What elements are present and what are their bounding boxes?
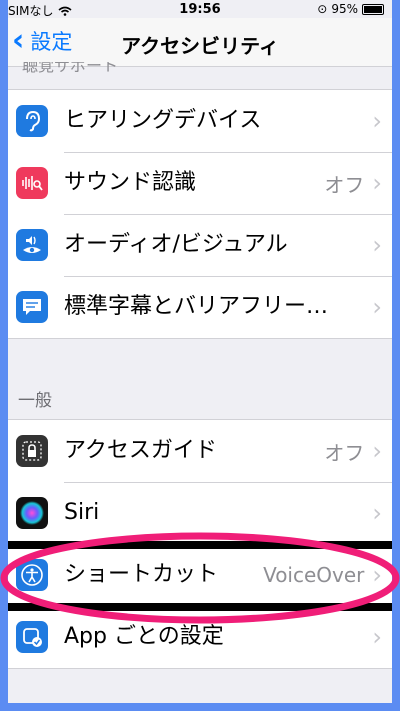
lock-icon	[16, 435, 48, 467]
list-item-label: 標準字幕とバリアフリー…	[64, 294, 329, 319]
chevron-right-icon: ›	[372, 231, 382, 259]
list-item-label: App ごとの設定	[64, 624, 224, 649]
subtitles-icon	[16, 291, 48, 323]
siri-icon	[16, 497, 48, 529]
chevron-right-icon: ›	[372, 437, 382, 465]
list-item-per-app-settings[interactable]: App ごとの設定 ›	[8, 606, 392, 668]
screen: SIMなし 19:56 ⊙ 95% ‹ 設定 アクセシビリティ 聴覚サポート ヒ…	[8, 0, 392, 703]
status-value: オフ	[324, 172, 365, 197]
highlight-bar-bottom	[8, 603, 392, 611]
list-item-subtitles[interactable]: 標準字幕とバリアフリー… ›	[8, 276, 392, 338]
chevron-right-icon: ›	[372, 623, 382, 651]
chevron-right-icon: ›	[372, 169, 382, 197]
list-item-hearing-devices[interactable]: ヒアリングデバイス ›	[8, 90, 392, 153]
list-item-audio-visual[interactable]: オーディオ/ビジュアル ›	[8, 214, 392, 277]
accessibility-icon	[16, 559, 48, 591]
app-settings-icon	[16, 621, 48, 653]
page-title: アクセシビリティ	[121, 34, 279, 58]
list-item-guided-access[interactable]: アクセスガイド オフ ›	[8, 420, 392, 483]
list-item-sound-recognition[interactable]: サウンド認識 オフ ›	[8, 152, 392, 215]
status-bar: SIMなし 19:56 ⊙ 95%	[8, 0, 392, 20]
nav-bar: ‹ 設定 アクセシビリティ	[8, 18, 392, 67]
battery-percent: 95%	[331, 2, 358, 16]
section-header-general: 一般	[18, 391, 52, 411]
audio-visual-icon	[16, 229, 48, 261]
list-item-shortcut[interactable]: ショートカット VoiceOver ›	[8, 544, 392, 607]
chevron-right-icon: ›	[372, 499, 382, 527]
chevron-right-icon: ›	[372, 293, 382, 321]
status-right: ⊙ 95%	[317, 2, 384, 16]
status-value: VoiceOver	[263, 563, 365, 587]
hearing-group: ヒアリングデバイス › サウンド認識 オフ › オーディオ/ビジュアル › 標準字…	[8, 89, 392, 339]
list-item-label: ヒアリングデバイス	[64, 90, 392, 153]
section-header-hearing: 聴覚サポート	[22, 62, 119, 74]
battery-icon	[362, 3, 384, 15]
highlight-bar-top	[8, 541, 392, 549]
status-value: オフ	[324, 440, 365, 465]
ear-icon	[16, 105, 48, 137]
list-item-label: オーディオ/ビジュアル	[64, 214, 392, 277]
chevron-right-icon: ›	[372, 561, 382, 589]
chevron-right-icon: ›	[372, 107, 382, 135]
sound-recognition-icon	[16, 167, 48, 199]
orientation-lock-icon: ⊙	[317, 2, 328, 16]
list-item-label: Siri	[64, 482, 392, 545]
list-item-siri[interactable]: Siri ›	[8, 482, 392, 545]
